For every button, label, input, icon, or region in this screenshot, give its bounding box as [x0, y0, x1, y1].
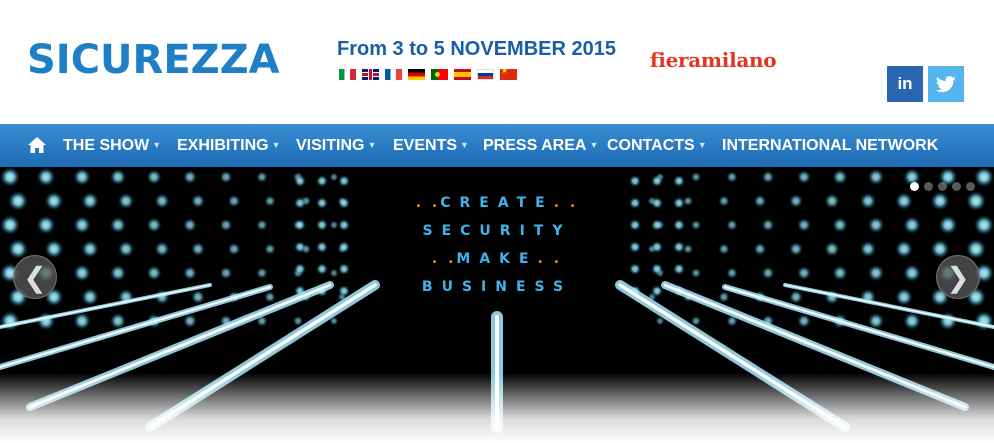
- event-dates: From 3 to 5 NOVEMBER 2015: [337, 38, 616, 60]
- linkedin-button[interactable]: in: [887, 66, 923, 102]
- slider-prev-button[interactable]: ❮: [13, 255, 57, 299]
- chevron-down-icon: ▼: [367, 140, 377, 150]
- chevron-right-icon: ❯: [946, 261, 970, 293]
- banner-fade: [0, 373, 994, 443]
- chevron-down-icon: ▼: [589, 140, 599, 150]
- italy-flag-icon[interactable]: [339, 69, 356, 80]
- portugal-flag-icon[interactable]: [431, 69, 448, 80]
- twitter-bird-icon: [936, 75, 956, 92]
- slogan-line-4: BUSINESS: [421, 279, 573, 295]
- hero-slider: . .CREATE. . SECURITY . .MAKE. . BUSINES…: [0, 167, 994, 443]
- nav-item-visiting[interactable]: VISITING ▼: [296, 124, 376, 167]
- chevron-left-icon: ❮: [23, 261, 47, 293]
- nav-item-contacts[interactable]: CONTACTS ▼: [607, 124, 707, 167]
- slider-dot[interactable]: [910, 182, 919, 191]
- nav-item-the-show[interactable]: THE SHOW ▼: [63, 124, 161, 167]
- slider-next-button[interactable]: ❯: [936, 255, 980, 299]
- slider-dot[interactable]: [924, 182, 933, 191]
- nav-item-international-network[interactable]: INTERNATIONAL NETWORK: [722, 124, 938, 167]
- slogan-line-1: . .CREATE. .: [415, 195, 579, 211]
- nav-item-events[interactable]: EVENTS ▼: [393, 124, 469, 167]
- fieramilano-logo[interactable]: fieramilano: [650, 48, 777, 72]
- main-navigation: THE SHOW ▼ EXHIBITING ▼ VISITING ▼ EVENTS ▼ …: [0, 124, 994, 167]
- chevron-down-icon: ▼: [271, 140, 281, 150]
- nav-item-exhibiting[interactable]: EXHIBITING ▼: [177, 124, 280, 167]
- slider-pagination: [910, 182, 975, 191]
- slider-dot[interactable]: [966, 182, 975, 191]
- twitter-button[interactable]: [928, 66, 964, 102]
- nav-item-press-area[interactable]: PRESS AREA ▼: [483, 124, 598, 167]
- slider-dot[interactable]: [952, 182, 961, 191]
- chevron-down-icon: ▼: [697, 140, 707, 150]
- language-switcher: [339, 69, 517, 80]
- site-header: SICUREZZA From 3 to 5 NOVEMBER 2015 fier…: [0, 0, 994, 124]
- germany-flag-icon[interactable]: [408, 69, 425, 80]
- linkedin-icon: in: [897, 74, 913, 93]
- slogan-line-3: . .MAKE. .: [431, 251, 563, 267]
- home-icon[interactable]: [27, 135, 47, 155]
- slogan-line-2: SECURITY: [422, 223, 572, 239]
- china-flag-icon[interactable]: [500, 69, 517, 80]
- russia-flag-icon[interactable]: [477, 69, 494, 80]
- slider-dot[interactable]: [938, 182, 947, 191]
- spain-flag-icon[interactable]: [454, 69, 471, 80]
- uk-flag-icon[interactable]: [362, 69, 379, 80]
- france-flag-icon[interactable]: [385, 69, 402, 80]
- sicurezza-logo[interactable]: SICUREZZA: [27, 38, 280, 82]
- chevron-down-icon: ▼: [152, 140, 162, 150]
- chevron-down-icon: ▼: [460, 140, 469, 150]
